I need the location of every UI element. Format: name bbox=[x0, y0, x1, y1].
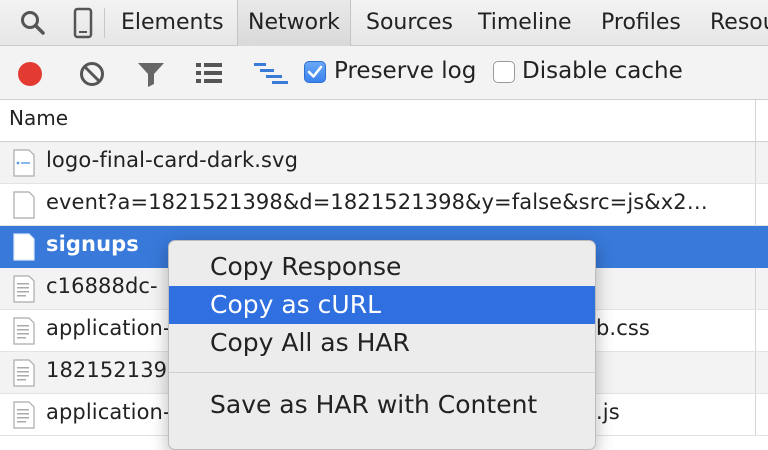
svg-file-icon bbox=[13, 149, 35, 181]
search-icon[interactable] bbox=[18, 8, 48, 42]
request-name: c16888dc- bbox=[46, 274, 158, 298]
document-icon bbox=[13, 233, 35, 265]
preserve-log-label[interactable]: Preserve log bbox=[334, 58, 476, 84]
filter-icon[interactable] bbox=[136, 60, 166, 92]
column-divider bbox=[755, 184, 756, 225]
text-file-icon bbox=[13, 359, 35, 391]
text-file-icon bbox=[13, 275, 35, 307]
request-row[interactable]: logo-final-card-dark.svg bbox=[0, 142, 768, 184]
menu-item-copy-as-curl[interactable]: Copy as cURL bbox=[169, 286, 595, 324]
column-header[interactable]: Name bbox=[0, 100, 768, 142]
request-name-suffix: .js bbox=[596, 400, 620, 424]
clear-icon[interactable] bbox=[78, 60, 106, 92]
network-toolbar: Preserve log Disable cache bbox=[0, 46, 768, 100]
tab-profiles[interactable]: Profiles bbox=[591, 0, 691, 46]
tab-elements[interactable]: Elements bbox=[111, 0, 234, 46]
request-row[interactable]: event?a=1821521398&d=1821521398&y=false&… bbox=[0, 184, 768, 226]
column-divider bbox=[755, 394, 756, 435]
request-name: 182152139 bbox=[46, 358, 168, 382]
column-header-name[interactable]: Name bbox=[9, 106, 68, 130]
menu-separator bbox=[169, 372, 595, 373]
text-file-icon bbox=[13, 317, 35, 349]
devtools-tab-bar: Elements Network Sources Timeline Profil… bbox=[0, 0, 768, 46]
request-name: signups bbox=[46, 232, 139, 256]
waterfall-icon[interactable] bbox=[252, 60, 292, 92]
tab-resources[interactable]: Resou bbox=[700, 0, 768, 46]
checkmark-icon bbox=[307, 65, 323, 78]
request-name: application- bbox=[46, 400, 171, 424]
tab-sources[interactable]: Sources bbox=[356, 0, 463, 46]
context-menu: Copy Response Copy as cURL Copy All as H… bbox=[168, 240, 596, 450]
preserve-log-checkbox[interactable] bbox=[304, 61, 326, 83]
request-name: logo-final-card-dark.svg bbox=[46, 148, 299, 172]
request-name-suffix: b.css bbox=[596, 316, 650, 340]
column-divider bbox=[755, 310, 756, 351]
request-name: application- bbox=[46, 316, 171, 340]
disable-cache-label[interactable]: Disable cache bbox=[522, 58, 683, 84]
tab-bar-divider bbox=[104, 8, 105, 38]
request-name: event?a=1821521398&d=1821521398&y=false&… bbox=[46, 190, 708, 214]
tab-network[interactable]: Network bbox=[237, 0, 351, 46]
column-divider bbox=[755, 268, 756, 309]
text-file-icon bbox=[13, 401, 35, 433]
tab-timeline[interactable]: Timeline bbox=[468, 0, 582, 46]
list-view-icon[interactable] bbox=[194, 60, 224, 90]
column-divider bbox=[755, 352, 756, 393]
menu-item-copy-response[interactable]: Copy Response bbox=[169, 248, 595, 286]
column-divider bbox=[755, 100, 756, 142]
device-mode-icon[interactable] bbox=[72, 7, 94, 43]
column-divider bbox=[755, 142, 756, 183]
disable-cache-checkbox[interactable] bbox=[493, 61, 515, 83]
record-icon[interactable] bbox=[16, 60, 44, 92]
menu-item-copy-all-as-har[interactable]: Copy All as HAR bbox=[169, 324, 595, 362]
menu-item-save-as-har[interactable]: Save as HAR with Content bbox=[169, 386, 595, 424]
document-icon bbox=[13, 191, 35, 223]
